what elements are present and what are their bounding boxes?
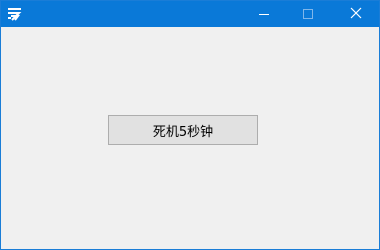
app-logo-icon — [6, 5, 24, 23]
maximize-icon — [302, 5, 314, 24]
title-bar[interactable] — [1, 1, 379, 27]
maximize-button[interactable] — [286, 1, 330, 27]
application-window: 死机5秒钟 — [0, 0, 380, 250]
freeze-button-label: 死机5秒钟 — [152, 124, 214, 140]
freeze-5-seconds-button[interactable]: 死机5秒钟 — [108, 115, 258, 145]
close-icon — [349, 5, 363, 24]
close-button[interactable] — [334, 1, 378, 27]
minimize-icon — [258, 5, 270, 24]
window-client-area: 死机5秒钟 — [1, 27, 379, 249]
minimize-button[interactable] — [242, 1, 286, 27]
